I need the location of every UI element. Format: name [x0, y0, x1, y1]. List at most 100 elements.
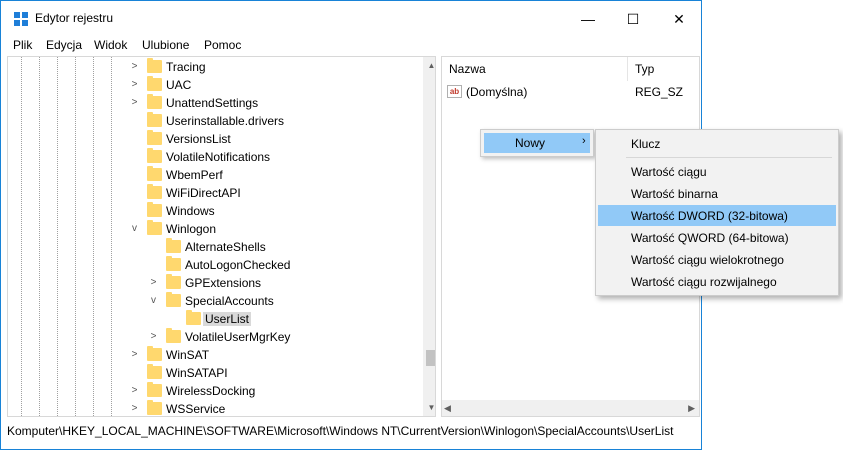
- column-header-type[interactable]: Typ: [628, 57, 699, 81]
- menu-view[interactable]: Widok: [94, 38, 127, 52]
- submenu-arrow-icon: ›: [582, 135, 586, 147]
- tree-node-label: AutoLogonChecked: [185, 258, 291, 272]
- tree-node-winsat[interactable]: > WinSAT: [8, 346, 418, 364]
- menu-item-dword-value[interactable]: Wartość DWORD (32-bitowa): [598, 205, 836, 226]
- tree-node-userinstallable-drivers[interactable]: Userinstallable.drivers: [8, 112, 418, 130]
- folder-icon: [147, 76, 162, 91]
- scroll-up-icon[interactable]: ▲: [423, 57, 435, 74]
- tree-node-label: VersionsList: [166, 132, 231, 146]
- scroll-right-icon[interactable]: ▶: [688, 400, 695, 416]
- collapse-icon[interactable]: v: [130, 223, 139, 234]
- menu-item-new-label: Nowy: [515, 136, 546, 150]
- menu-item-string-value[interactable]: Wartość ciągu: [598, 161, 836, 182]
- expand-icon[interactable]: >: [149, 277, 158, 288]
- tree-node-gpextensions[interactable]: > GPExtensions: [8, 274, 418, 292]
- menu-favorites[interactable]: Ulubione: [142, 38, 189, 52]
- tree-node-uac[interactable]: > UAC: [8, 76, 418, 94]
- menu-item-multi-string-value[interactable]: Wartość ciągu wielokrotnego: [598, 249, 836, 270]
- folder-open-icon: [147, 220, 162, 235]
- folder-icon: [147, 364, 162, 379]
- tree-node-label: Tracing: [166, 60, 206, 74]
- tree-vertical-scrollbar[interactable]: ▲ ▼: [423, 57, 435, 416]
- tree-node-volatilenotifications[interactable]: VolatileNotifications: [8, 148, 418, 166]
- list-horizontal-scrollbar[interactable]: ◀ ▶: [442, 400, 699, 416]
- tree-node-label: WinSATAPI: [166, 366, 228, 380]
- tree-node-wirelessdocking[interactable]: > WirelessDocking: [8, 382, 418, 400]
- expand-icon[interactable]: >: [130, 97, 139, 108]
- minimize-button[interactable]: —: [565, 1, 611, 37]
- tree-node-wifidirectapi[interactable]: WiFiDirectAPI: [8, 184, 418, 202]
- tree-node-label: VolatileUserMgrKey: [185, 330, 291, 344]
- menu-item-label: Wartość ciągu rozwijalnego: [631, 275, 777, 289]
- folder-icon: [147, 346, 162, 361]
- expand-icon[interactable]: >: [130, 403, 139, 414]
- tree-node-versionslist[interactable]: VersionsList: [8, 130, 418, 148]
- folder-icon: [147, 112, 162, 127]
- title-bar[interactable]: Edytor rejestru — ☐ ✕: [1, 1, 701, 37]
- tree-node-wsservice[interactable]: > WSService: [8, 400, 418, 416]
- regedit-app-icon: [14, 12, 28, 26]
- tree-node-winsatapi[interactable]: WinSATAPI: [8, 364, 418, 382]
- tree-node-label: UserList: [203, 312, 252, 326]
- menu-item-expandable-string-value[interactable]: Wartość ciągu rozwijalnego: [598, 271, 836, 292]
- menu-help[interactable]: Pomoc: [204, 38, 241, 52]
- menu-item-label: Klucz: [631, 137, 661, 151]
- folder-icon: [147, 400, 162, 415]
- tree-node-volatileusermgrkey[interactable]: > VolatileUserMgrKey: [8, 328, 418, 346]
- scroll-left-icon[interactable]: ◀: [444, 400, 451, 416]
- tree-node-alternateshells[interactable]: AlternateShells: [8, 238, 418, 256]
- folder-icon: [147, 166, 162, 181]
- menu-item-label: Wartość ciągu: [631, 165, 707, 179]
- folder-icon: [166, 274, 181, 289]
- tree-node-tracing[interactable]: > Tracing: [8, 58, 418, 76]
- tree-node-label: AlternateShells: [185, 240, 266, 254]
- menu-edit[interactable]: Edycja: [46, 38, 82, 52]
- list-row-default[interactable]: ab (Domyślna) REG_SZ: [442, 83, 699, 101]
- tree-node-winlogon[interactable]: v Winlogon: [8, 220, 418, 238]
- folder-icon: [186, 310, 201, 325]
- expand-icon[interactable]: >: [130, 349, 139, 360]
- menu-item-label: Wartość QWORD (64-bitowa): [631, 231, 789, 245]
- close-button[interactable]: ✕: [656, 1, 702, 37]
- expand-icon[interactable]: >: [149, 331, 158, 342]
- menu-item-binary-value[interactable]: Wartość binarna: [598, 183, 836, 204]
- expand-icon[interactable]: >: [130, 385, 139, 396]
- menu-separator: [626, 157, 832, 158]
- tree-node-label: GPExtensions: [185, 276, 262, 290]
- menu-item-label: Wartość binarna: [631, 187, 718, 201]
- tree-node-label: WirelessDocking: [166, 384, 256, 398]
- tree-node-label: Windows: [166, 204, 215, 218]
- window-title: Edytor rejestru: [35, 11, 114, 25]
- tree-node-specialaccounts[interactable]: v SpecialAccounts: [8, 292, 418, 310]
- string-value-icon: ab: [447, 85, 462, 98]
- menu-item-key[interactable]: Klucz: [598, 133, 836, 154]
- menu-bar: Plik Edycja Widok Ulubione Pomoc: [1, 37, 701, 56]
- tree-node-label: WSService: [166, 402, 226, 416]
- folder-open-icon: [166, 292, 181, 307]
- column-header-name[interactable]: Nazwa: [442, 57, 628, 81]
- tree-node-windows[interactable]: Windows: [8, 202, 418, 220]
- folder-icon: [166, 238, 181, 253]
- scroll-down-icon[interactable]: ▼: [423, 399, 435, 416]
- tree-node-userlist[interactable]: UserList: [8, 310, 418, 328]
- tree-node-unattendsettings[interactable]: > UnattendSettings: [8, 94, 418, 112]
- folder-icon: [147, 130, 162, 145]
- tree-node-label: UnattendSettings: [166, 96, 259, 110]
- scroll-thumb[interactable]: [426, 350, 435, 366]
- folder-icon: [166, 256, 181, 271]
- collapse-icon[interactable]: v: [149, 295, 158, 306]
- tree-node-autologonchecked[interactable]: AutoLogonChecked: [8, 256, 418, 274]
- tree-node-label: UAC: [166, 78, 192, 92]
- menu-item-qword-value[interactable]: Wartość QWORD (64-bitowa): [598, 227, 836, 248]
- menu-file[interactable]: Plik: [13, 38, 32, 52]
- tree-node-wbemperf[interactable]: WbemPerf: [8, 166, 418, 184]
- tree-node-label: Userinstallable.drivers: [166, 114, 285, 128]
- folder-icon: [147, 382, 162, 397]
- expand-icon[interactable]: >: [130, 79, 139, 90]
- new-submenu: Klucz Wartość ciągu Wartość binarna Wart…: [595, 129, 839, 296]
- maximize-button[interactable]: ☐: [610, 1, 656, 37]
- tree-node-label: WinSAT: [166, 348, 210, 362]
- expand-icon[interactable]: >: [130, 61, 139, 72]
- folder-icon: [147, 148, 162, 163]
- registry-tree[interactable]: > Tracing > UAC > UnattendSettings Useri…: [7, 56, 436, 417]
